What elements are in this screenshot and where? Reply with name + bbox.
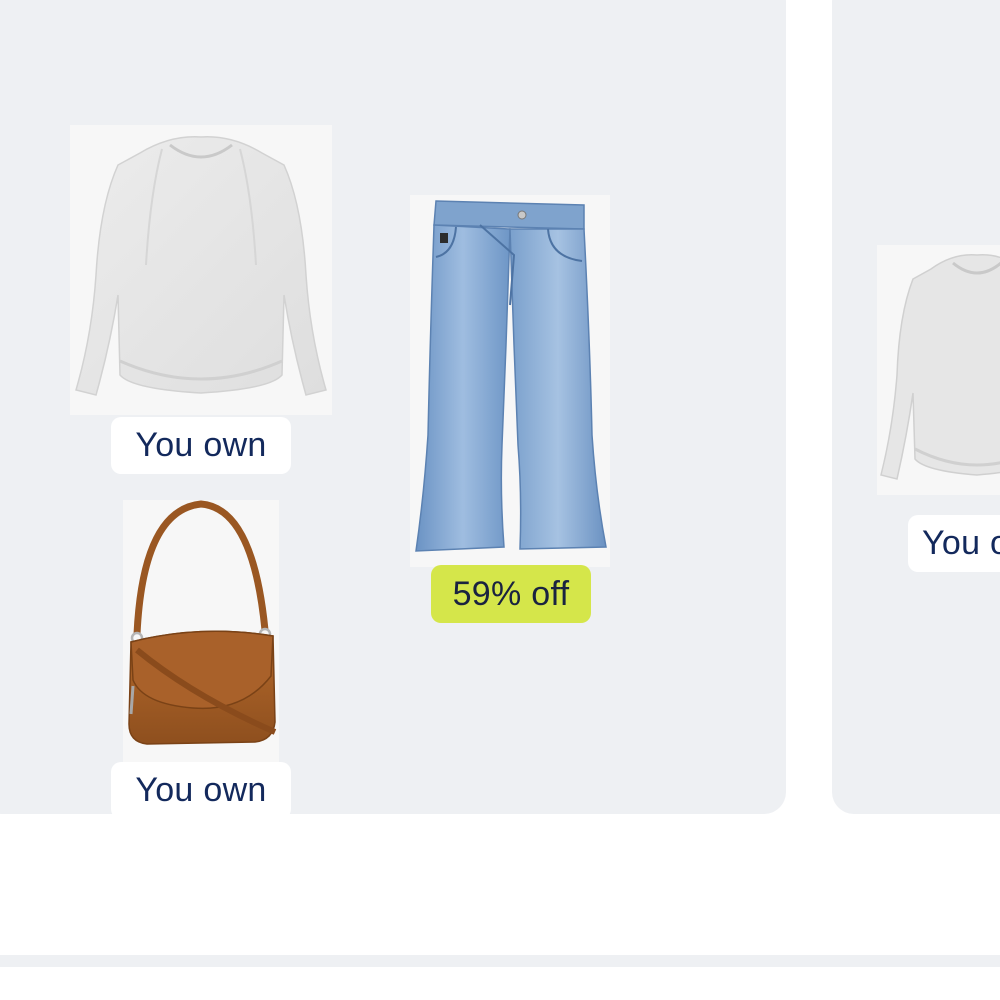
outfit-carousel: You own 59% off You own You o bbox=[0, 0, 1000, 1000]
product-sweater[interactable] bbox=[877, 245, 1000, 495]
discount-badge: 59% off bbox=[431, 565, 591, 623]
handbag-icon bbox=[128, 500, 277, 745]
outfit-card-next[interactable]: You own bbox=[832, 0, 1000, 814]
outfit-card[interactable]: You own 59% off You own bbox=[0, 0, 786, 814]
owned-badge: You own bbox=[908, 515, 1000, 572]
sweater-icon bbox=[75, 136, 327, 396]
product-handbag[interactable] bbox=[123, 500, 279, 770]
product-jeans[interactable] bbox=[410, 195, 610, 567]
sweater-icon bbox=[880, 254, 1000, 480]
jeans-icon bbox=[415, 200, 607, 552]
owned-badge: You own bbox=[111, 762, 291, 814]
section-divider bbox=[0, 955, 1000, 967]
product-sweater[interactable] bbox=[70, 125, 332, 415]
owned-badge: You own bbox=[111, 417, 291, 474]
